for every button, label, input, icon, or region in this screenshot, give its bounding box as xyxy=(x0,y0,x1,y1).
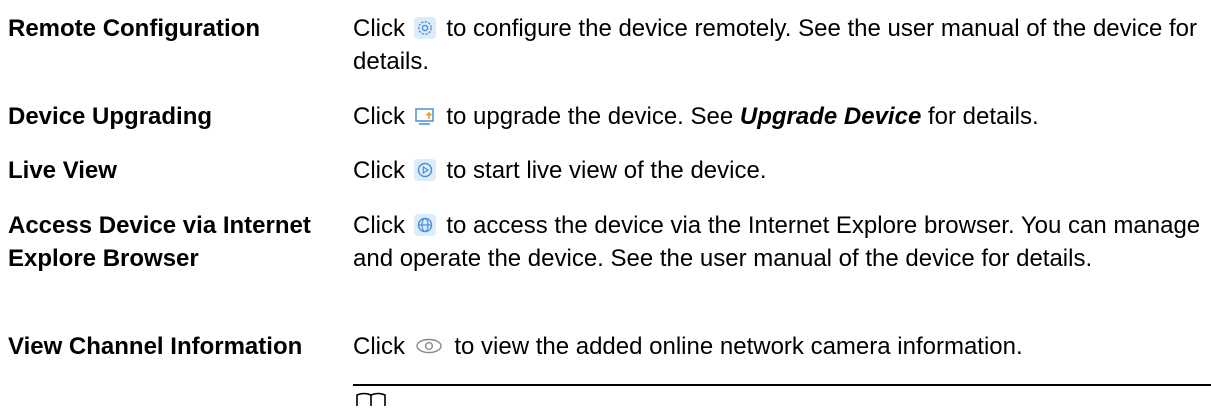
click-word: Click xyxy=(353,212,405,239)
description-text: to view the added online network camera … xyxy=(454,333,1023,360)
description-access-device-via-ie: Click to access the device via the Inter… xyxy=(353,209,1209,275)
upgrade-device-link[interactable]: Upgrade Device xyxy=(740,103,921,130)
note-divider xyxy=(353,384,1211,386)
term-live-view: Live View xyxy=(8,157,117,184)
note-book-icon xyxy=(355,392,389,411)
play-circle-icon xyxy=(413,159,436,181)
description-text: to access the device via the Internet Ex… xyxy=(353,212,1201,272)
gear-icon xyxy=(413,17,436,39)
click-word: Click xyxy=(353,103,405,130)
click-word: Click xyxy=(353,333,405,360)
term-device-upgrading: Device Upgrading xyxy=(8,103,213,130)
term-access-device-via-ie: Access Device via Internet Explore Brows… xyxy=(8,212,311,272)
description-text: to configure the device remotely. See th… xyxy=(353,15,1197,75)
eye-icon xyxy=(414,335,444,357)
description-text: to start live view of the device. xyxy=(446,157,767,184)
click-word: Click xyxy=(353,157,405,184)
click-word: Click xyxy=(353,15,405,42)
description-text-end: for details. xyxy=(921,103,1039,130)
globe-icon xyxy=(413,214,436,236)
upgrade-monitor-icon xyxy=(414,105,436,127)
description-text: to upgrade the device. See xyxy=(446,103,740,130)
description-remote-configuration: Click to configure the device remotely. … xyxy=(353,12,1209,78)
description-device-upgrading: Click to upgrade the device. See Upgrade… xyxy=(353,100,1209,133)
description-live-view: Click to start live view of the device. xyxy=(353,154,1209,187)
term-remote-configuration: Remote Configuration xyxy=(8,15,260,42)
description-view-channel-information: Click to view the added online network c… xyxy=(353,330,1209,363)
term-view-channel-information: View Channel Information xyxy=(8,333,303,360)
